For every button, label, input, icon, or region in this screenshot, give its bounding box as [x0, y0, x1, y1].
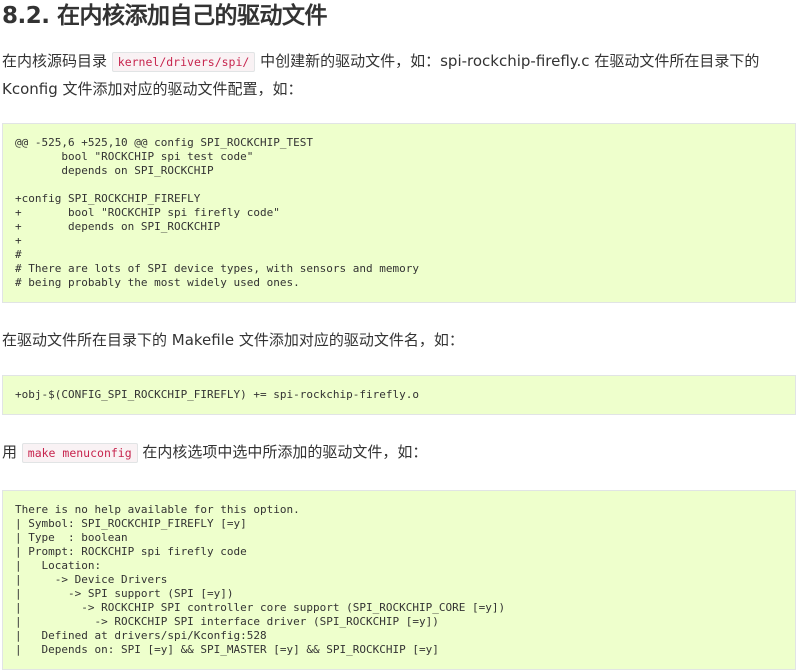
paragraph-menuconfig-intro: 用 make menuconfig 在内核选项中选中所添加的驱动文件，如：: [2, 439, 792, 467]
inline-code-make-menuconfig: make menuconfig: [21, 443, 138, 463]
paragraph-kconfig-intro: 在内核源码目录 kernel/drivers/spi/ 中创建新的驱动文件，如：…: [2, 48, 792, 103]
code-block-menuconfig-help: There is no help available for this opti…: [2, 490, 796, 670]
paragraph-text: Kconfig 文件添加对应的驱动文件配置，如：: [2, 80, 303, 98]
code-content: @@ -525,6 +525,10 @@ config SPI_ROCKCHIP…: [15, 136, 419, 289]
paragraph-text: 用: [2, 443, 22, 461]
section-title: 8.2. 在内核添加自己的驱动文件: [2, 3, 328, 29]
code-content: There is no help available for this opti…: [15, 503, 506, 656]
code-content: +obj-$(CONFIG_SPI_ROCKCHIP_FIREFLY) += s…: [15, 388, 419, 401]
doc-page: 8.2. 在内核添加自己的驱动文件 在内核源码目录 kernel/drivers…: [0, 0, 800, 671]
paragraph-text: 在内核选项中选中所添加的驱动文件，如：: [137, 443, 428, 461]
code-block-makefile: +obj-$(CONFIG_SPI_ROCKCHIP_FIREFLY) += s…: [2, 375, 796, 415]
inline-code-kernel-path: kernel/drivers/spi/: [111, 52, 256, 72]
paragraph-makefile-intro: 在驱动文件所在目录下的 Makefile 文件添加对应的驱动文件名，如：: [2, 327, 792, 354]
code-block-kconfig: @@ -525,6 +525,10 @@ config SPI_ROCKCHIP…: [2, 123, 796, 303]
paragraph-text: 在驱动文件所在目录下的 Makefile 文件添加对应的驱动文件名，如：: [2, 331, 464, 349]
paragraph-text: 中创建新的驱动文件，如：spi-rockchip-firefly.c 在驱动文件…: [255, 52, 760, 70]
paragraph-text: 在内核源码目录: [2, 52, 112, 70]
